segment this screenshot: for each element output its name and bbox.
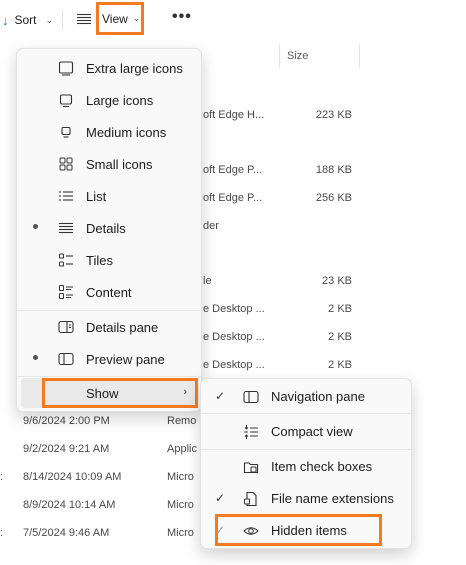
- toolbar-divider: [62, 10, 63, 30]
- submenu-item-label: Item check boxes: [271, 459, 373, 474]
- column-divider: [279, 44, 280, 68]
- file-type-cell: Applic: [167, 443, 197, 455]
- menu-item-large-icons[interactable]: Large icons: [21, 85, 197, 115]
- file-size-cell: 223 KB: [315, 109, 352, 121]
- sort-label: Sort: [14, 13, 37, 27]
- column-divider: [359, 44, 360, 68]
- more-options-button[interactable]: •••: [172, 8, 192, 26]
- chevron-down-icon: ⌄: [132, 13, 141, 23]
- file-type-cell: der: [203, 220, 219, 232]
- file-size-cell: 2 KB: [328, 359, 352, 371]
- menu-item-label: Details: [86, 221, 126, 236]
- file-name-cell: :: [0, 527, 4, 539]
- sort-button[interactable]: ↓ Sort ⌄: [0, 8, 53, 32]
- file-type-cell: e Desktop ...: [203, 331, 265, 343]
- menu-item-label: Content: [86, 285, 132, 300]
- file-type-cell: oft Edge P...: [203, 164, 263, 176]
- file-date-cell: 7/5/2024 9:46 AM: [23, 527, 110, 539]
- menu-item-content[interactable]: Content: [21, 277, 197, 307]
- menu-item-small-icons[interactable]: Small icons: [21, 149, 197, 179]
- file-size-cell: 2 KB: [328, 331, 352, 343]
- menu-item-label: Small icons: [86, 157, 153, 172]
- selected-bullet-icon: [33, 224, 38, 229]
- submenu-item-item-check-boxes[interactable]: Item check boxes: [205, 453, 409, 481]
- submenu-item-file-name-extensions[interactable]: ✓ File name extensions: [205, 485, 409, 513]
- file-type-cell: oft Edge P...: [203, 192, 263, 204]
- view-lines-icon: [77, 13, 91, 25]
- file-type-cell: oft Edge H...: [203, 109, 265, 121]
- file-type-cell: le: [203, 275, 212, 287]
- content-icon: [59, 285, 73, 299]
- large-icons-icon: [59, 94, 73, 108]
- checkmark-icon: ✓: [215, 389, 226, 403]
- file-size-cell: 256 KB: [315, 192, 352, 204]
- menu-separator: [201, 449, 411, 450]
- file-type-cell: Micro: [167, 471, 194, 483]
- item-check-boxes-icon: [243, 462, 259, 474]
- details-pane-icon: [58, 320, 74, 334]
- menu-item-extra-large-icons[interactable]: Extra large icons: [21, 53, 197, 83]
- file-size-cell: 23 KB: [322, 275, 352, 287]
- menu-item-label: Details pane: [86, 320, 159, 335]
- file-name-extensions-icon: [244, 491, 257, 507]
- command-bar: ↓ Sort ⌄ View ⌄ •••: [0, 0, 466, 42]
- file-size-cell: 188 KB: [315, 164, 352, 176]
- list-icon: [59, 191, 73, 201]
- navigation-pane-icon: [243, 390, 259, 404]
- menu-item-label: Extra large icons: [86, 61, 183, 76]
- file-type-cell: Micro: [167, 527, 194, 539]
- menu-item-details[interactable]: Details: [21, 213, 197, 243]
- menu-item-tiles[interactable]: Tiles: [21, 245, 197, 275]
- menu-item-preview-pane[interactable]: Preview pane: [21, 344, 197, 374]
- file-date-cell: 8/14/2024 10:09 AM: [23, 471, 122, 483]
- menu-item-details-pane[interactable]: Details pane: [21, 312, 197, 342]
- menu-item-label: Medium icons: [86, 125, 167, 140]
- menu-item-label: List: [86, 189, 107, 204]
- menu-item-label: Preview pane: [86, 352, 165, 367]
- view-menu: Extra large icons Large icons Medium ico…: [16, 48, 202, 412]
- details-icon: [59, 222, 73, 234]
- menu-item-medium-icons[interactable]: Medium icons: [21, 117, 197, 147]
- tiles-icon: [59, 253, 73, 267]
- submenu-item-label: Compact view: [271, 424, 353, 439]
- submenu-item-compact-view[interactable]: Compact view: [205, 418, 409, 446]
- submenu-item-label: File name extensions: [271, 491, 394, 506]
- medium-icons-icon: [61, 126, 71, 138]
- file-name-cell: :: [0, 471, 4, 483]
- file-date-cell: 9/6/2024 2:00 PM: [23, 415, 110, 427]
- preview-pane-icon: [58, 352, 74, 366]
- view-button[interactable]: View ⌄: [96, 2, 144, 35]
- chevron-down-icon: ⌄: [45, 14, 54, 25]
- file-type-cell: e Desktop ...: [203, 303, 265, 315]
- size-column-header[interactable]: Size: [287, 50, 308, 62]
- menu-item-list[interactable]: List: [21, 181, 197, 211]
- menu-separator: [17, 376, 201, 377]
- submenu-item-navigation-pane[interactable]: ✓ Navigation pane: [205, 383, 409, 411]
- small-icons-icon: [59, 157, 73, 171]
- compact-view-icon: [244, 425, 258, 439]
- menu-separator: [201, 413, 411, 414]
- sort-arrow-icon: ↓: [2, 12, 9, 28]
- view-label: View: [102, 11, 128, 26]
- file-type-cell: e Desktop ...: [203, 359, 265, 371]
- show-highlight-box: [42, 378, 198, 408]
- selected-bullet-icon: [33, 355, 38, 360]
- file-size-cell: 2 KB: [328, 303, 352, 315]
- menu-item-label: Large icons: [86, 93, 154, 108]
- file-type-cell: Remo: [167, 415, 197, 427]
- menu-separator: [17, 310, 201, 311]
- file-date-cell: 9/2/2024 9:21 AM: [23, 443, 110, 455]
- file-date-cell: 8/9/2024 10:14 AM: [23, 499, 116, 511]
- extra-large-icons-icon: [58, 61, 74, 76]
- file-type-cell: Micro: [167, 499, 194, 511]
- submenu-item-label: Navigation pane: [271, 389, 365, 404]
- menu-item-label: Tiles: [86, 253, 113, 268]
- checkmark-icon: ✓: [215, 491, 226, 505]
- hidden-items-highlight-box: [215, 514, 382, 546]
